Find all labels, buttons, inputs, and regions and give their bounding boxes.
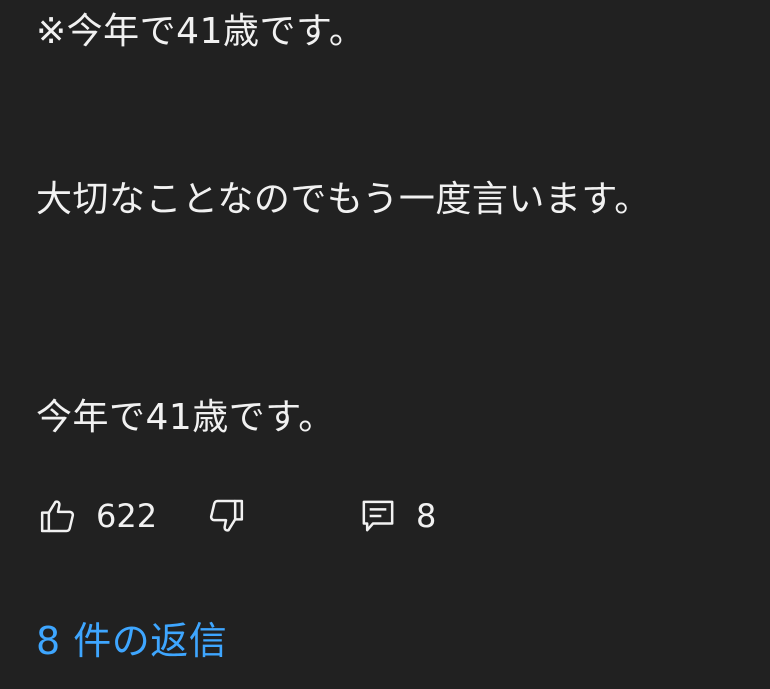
thumbs-up-icon [38,496,78,536]
view-replies-link[interactable]: 8 件の返信 [36,618,227,664]
comment-text-line: 大切なことなのでもう一度言います。 [36,179,651,220]
like-button[interactable]: 622 [38,494,157,538]
comment-text-line: 今年で41歳です。 [36,397,335,438]
comment-icon [358,496,398,536]
like-count: 622 [96,497,158,535]
dislike-button[interactable] [206,494,246,538]
reply-count: 8 [416,497,437,535]
comment-action-bar: 622 8 [38,494,738,538]
comment-text-line: ※今年で41歳です。 [36,11,366,52]
thumbs-down-icon [206,496,246,536]
reply-button[interactable]: 8 [358,494,436,538]
